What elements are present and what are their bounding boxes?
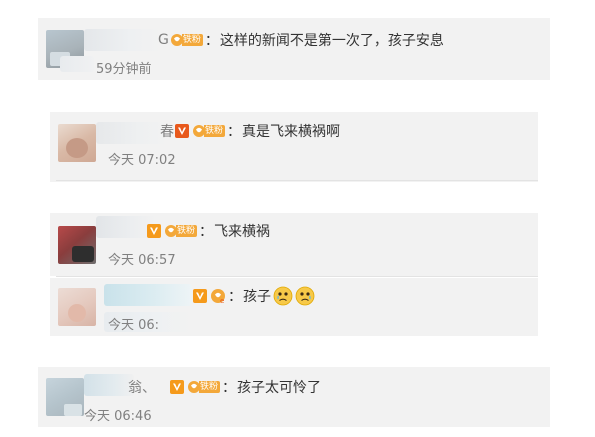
avatar[interactable]: [58, 288, 96, 326]
vip-v-icon[interactable]: [193, 289, 207, 303]
svg-text:e: e: [220, 297, 224, 304]
fan-badge-icon[interactable]: 铁粉: [187, 380, 221, 394]
crying-face-emoji: [295, 286, 315, 306]
username-tail[interactable]: G: [158, 32, 169, 48]
reply-text: 孩子: [243, 289, 271, 305]
username-blurred[interactable]: [104, 284, 192, 306]
fan-badge-label: 铁粉: [199, 381, 221, 393]
fan-badge-label: 铁粉: [181, 34, 203, 46]
divider: [56, 276, 538, 277]
avatar[interactable]: [46, 378, 84, 416]
username-tail[interactable]: 翁、: [128, 377, 156, 397]
username-blurred[interactable]: [84, 29, 162, 51]
colon: ：: [227, 124, 242, 140]
colon: ：: [199, 224, 214, 240]
colon: ：: [204, 33, 219, 49]
reply-time[interactable]: 今天 07:02: [108, 149, 176, 168]
username-blurred: [60, 56, 94, 72]
reply-time[interactable]: 今天 06:: [108, 314, 159, 333]
reply-time[interactable]: 今天 06:57: [108, 249, 176, 268]
vip-v-icon[interactable]: [170, 380, 184, 394]
avatar[interactable]: [58, 124, 96, 162]
divider: [56, 180, 538, 181]
username-tail[interactable]: 春: [160, 121, 174, 141]
comment-time[interactable]: 59分钟前: [96, 58, 152, 77]
reply-text: 飞来横祸: [214, 224, 271, 240]
reply-line: 铁粉 ： 飞来横祸: [146, 221, 270, 241]
reply-line: 翁、 铁粉 ： 孩子太可怜了: [128, 377, 321, 397]
colon: ：: [228, 289, 242, 305]
reply-line: 春 铁粉 ： 真是飞来横祸啊: [160, 121, 340, 141]
colon: ：: [222, 380, 237, 396]
crying-face-emoji: [273, 286, 293, 306]
fan-badge-icon[interactable]: 铁粉: [170, 33, 203, 47]
comment-line: G 铁粉 ： 这样的新闻不是第一次了，孩子安息: [158, 30, 444, 50]
reply-time[interactable]: 今天 06:46: [84, 405, 152, 424]
username-blurred[interactable]: [96, 122, 168, 144]
comment-text: 这样的新闻不是第一次了，孩子安息: [219, 33, 444, 49]
vip-v-icon[interactable]: [175, 124, 189, 138]
fan-badge-label: 铁粉: [176, 225, 198, 237]
fan-badge-icon[interactable]: 铁粉: [192, 124, 226, 138]
fan-badge-icon[interactable]: 铁粉: [164, 224, 198, 238]
fan-badge-label: 铁粉: [204, 125, 226, 137]
reply-text: 孩子太可怜了: [237, 380, 322, 396]
fan-badge-icon[interactable]: e: [210, 289, 226, 304]
vip-v-icon[interactable]: [147, 224, 161, 238]
reply-text: 真是飞来横祸啊: [242, 124, 341, 140]
reply-line: e ： 孩子: [192, 286, 315, 306]
avatar[interactable]: [58, 226, 96, 264]
username-blurred[interactable]: [84, 374, 134, 396]
